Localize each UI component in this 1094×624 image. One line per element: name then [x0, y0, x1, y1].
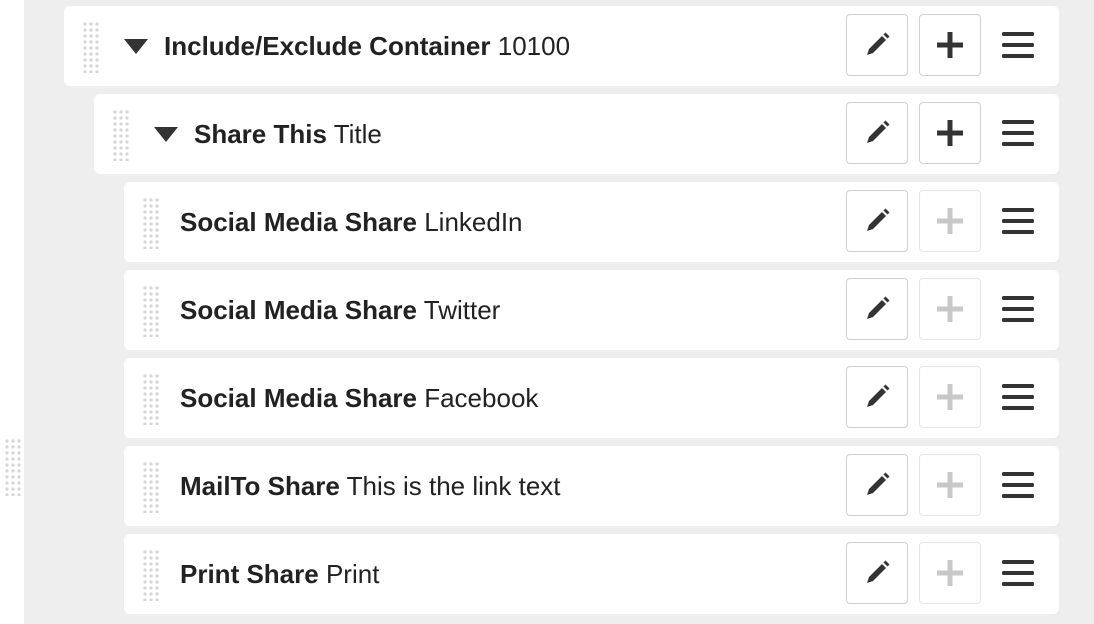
- row-type: Print Share: [180, 559, 319, 589]
- tree-row: Print Share Print: [124, 534, 1059, 614]
- row-type: Include/Exclude Container: [164, 31, 491, 61]
- pencil-icon: [867, 472, 890, 495]
- row-title: Share This Title: [194, 119, 382, 149]
- pencil-icon: [867, 120, 890, 143]
- tree-row: Social Media Share LinkedIn: [124, 182, 1059, 262]
- row-menu-button[interactable]: [993, 14, 1043, 76]
- row-menu-button[interactable]: [993, 278, 1043, 340]
- tree-row: Social Media Share Twitter: [124, 270, 1059, 350]
- add-child-button[interactable]: [919, 14, 981, 76]
- tree-row: Include/Exclude Container 10100: [64, 6, 1059, 86]
- plus-icon: [937, 384, 963, 410]
- pencil-icon: [867, 208, 890, 231]
- add-child-button[interactable]: [919, 102, 981, 164]
- pencil-icon: [867, 296, 890, 319]
- row-menu-button[interactable]: [993, 454, 1043, 516]
- row-menu-button[interactable]: [993, 366, 1043, 428]
- row-type: MailTo Share: [180, 471, 340, 501]
- edit-button[interactable]: [846, 102, 908, 164]
- row-name: LinkedIn: [424, 207, 523, 237]
- pencil-icon: [867, 32, 890, 55]
- row-menu-button[interactable]: [993, 542, 1043, 604]
- pencil-icon: [867, 384, 890, 407]
- tree-row: Share This Title: [94, 94, 1059, 174]
- drag-handle-icon[interactable]: [142, 461, 160, 513]
- row-title: MailTo Share This is the link text: [180, 471, 561, 501]
- plus-icon: [937, 32, 963, 58]
- hamburger-menu-icon: [1002, 296, 1034, 322]
- hamburger-menu-icon: [1002, 384, 1034, 410]
- caret-down-icon[interactable]: [154, 127, 178, 142]
- plus-icon: [937, 560, 963, 586]
- hamburger-menu-icon: [1002, 208, 1034, 234]
- hamburger-menu-icon: [1002, 472, 1034, 498]
- row-name: Print: [325, 559, 380, 589]
- hamburger-menu-icon: [1002, 32, 1034, 58]
- row-title: Social Media Share Twitter: [180, 295, 500, 325]
- row-name: Facebook: [424, 383, 539, 413]
- plus-icon: [937, 296, 963, 322]
- add-child-button: [919, 542, 981, 604]
- row-name: 10100: [497, 31, 571, 61]
- add-child-button: [919, 366, 981, 428]
- drag-handle-icon[interactable]: [82, 21, 100, 73]
- row-title: Include/Exclude Container 10100: [164, 31, 570, 61]
- drag-handle-icon[interactable]: [142, 373, 160, 425]
- drag-handle-icon[interactable]: [142, 285, 160, 337]
- outer-drag-handle-icon[interactable]: [4, 438, 22, 496]
- plus-icon: [937, 208, 963, 234]
- pencil-icon: [867, 560, 890, 583]
- plus-icon: [937, 472, 963, 498]
- row-type: Social Media Share: [180, 207, 417, 237]
- row-menu-button[interactable]: [993, 190, 1043, 252]
- hamburger-menu-icon: [1002, 560, 1034, 586]
- row-type: Social Media Share: [180, 383, 417, 413]
- row-type: Social Media Share: [180, 295, 417, 325]
- tree-row: Social Media Share Facebook: [124, 358, 1059, 438]
- drag-handle-icon[interactable]: [142, 197, 160, 249]
- row-type: Share This: [194, 119, 327, 149]
- add-child-button: [919, 190, 981, 252]
- hamburger-menu-icon: [1002, 120, 1034, 146]
- edit-button[interactable]: [846, 454, 908, 516]
- plus-icon: [937, 120, 963, 146]
- row-name: This is the link text: [346, 471, 561, 501]
- add-child-button: [919, 278, 981, 340]
- row-name: Twitter: [423, 295, 501, 325]
- edit-button[interactable]: [846, 190, 908, 252]
- row-title: Print Share Print: [180, 559, 379, 589]
- caret-down-icon[interactable]: [124, 39, 148, 54]
- tree-row: MailTo Share This is the link text: [124, 446, 1059, 526]
- edit-button[interactable]: [846, 14, 908, 76]
- drag-handle-icon[interactable]: [112, 109, 130, 161]
- row-menu-button[interactable]: [993, 102, 1043, 164]
- row-title: Social Media Share LinkedIn: [180, 207, 523, 237]
- drag-handle-icon[interactable]: [142, 549, 160, 601]
- row-title: Social Media Share Facebook: [180, 383, 538, 413]
- add-child-button: [919, 454, 981, 516]
- edit-button[interactable]: [846, 366, 908, 428]
- edit-button[interactable]: [846, 278, 908, 340]
- row-name: Title: [333, 119, 382, 149]
- edit-button[interactable]: [846, 542, 908, 604]
